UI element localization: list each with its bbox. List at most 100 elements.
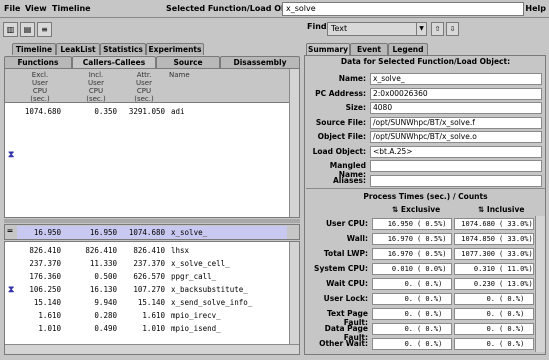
metric-exclusive: 0. ( 0.%) xyxy=(372,338,452,350)
summary-field-value[interactable]: /opt/SUNWhpc/BT/x_solve.o xyxy=(370,131,542,143)
callee-row[interactable]: 176.360 0.500 626.570 ppgr_call_ xyxy=(5,270,289,283)
callee-name: mpio_isend_ xyxy=(171,324,221,333)
caller-marker-icon: ⧗ xyxy=(8,150,15,160)
tab-timeline[interactable]: Timeline xyxy=(12,43,56,55)
callee-name: x_backsubstitute_ xyxy=(171,285,248,294)
tab-summary[interactable]: Summary xyxy=(306,43,350,55)
callee-excl: 15.140 xyxy=(33,298,61,307)
metric-inclusive-percent: ( 33.0%) xyxy=(499,250,533,258)
metrics-vertical-scrollbar[interactable] xyxy=(535,216,545,352)
metric-exclusive-percent: ( 0.%) xyxy=(417,310,443,318)
header-line: Incl. xyxy=(88,71,104,79)
column-header-name[interactable]: Name xyxy=(169,71,199,79)
summary-field-value[interactable] xyxy=(370,160,542,172)
column-header-incl[interactable]: Incl. User CPU (sec.) xyxy=(75,71,117,103)
tab-callers-callees[interactable]: Callers-Callees xyxy=(72,56,156,68)
table-icon[interactable]: ▤ xyxy=(20,22,35,37)
caller-row[interactable]: 1074.680 0.350 3291.050 adi xyxy=(5,105,289,118)
column-header-excl[interactable]: Excl. User CPU (sec.) xyxy=(19,71,61,103)
header-line: Name xyxy=(169,71,190,79)
tab-event[interactable]: Event xyxy=(350,43,388,55)
summary-field-value[interactable]: /opt/SUNWhpc/BT/x_solve.f xyxy=(370,116,542,129)
selected-object-field[interactable]: x_solve xyxy=(282,2,524,16)
inclusive-header[interactable]: ⇅ Inclusive xyxy=(478,205,524,214)
find-down-icon[interactable]: ⇩ xyxy=(446,22,459,36)
metric-exclusive-percent: ( 0.0%) xyxy=(417,265,447,273)
callee-incl: 0.490 xyxy=(94,324,117,333)
callee-name: x_solve_cell_ xyxy=(171,259,230,268)
metric-inclusive-percent: ( 11.0%) xyxy=(499,265,533,273)
tab-source[interactable]: Source xyxy=(156,56,220,68)
callees-vertical-scrollbar[interactable] xyxy=(289,242,299,344)
bar-chart-icon[interactable]: ▥ xyxy=(3,22,18,37)
selected-incl: 16.950 xyxy=(89,228,117,237)
summary-field-value[interactable]: 2:0x00026360 xyxy=(370,87,542,100)
metric-exclusive: 0. ( 0.%) xyxy=(372,323,452,335)
metric-exclusive: 16.950 ( 0.5%) xyxy=(372,218,452,230)
callers-vertical-scrollbar[interactable] xyxy=(289,69,299,217)
filter-icon[interactable]: ≡ xyxy=(37,22,52,37)
summary-field-value[interactable]: 4080 xyxy=(370,102,542,114)
callee-row[interactable]: 106.250 16.130 107.270 x_backsubstitute_ xyxy=(5,283,289,296)
summary-field-value[interactable] xyxy=(370,174,542,187)
summary-field-value[interactable]: <bt.A.25> xyxy=(370,145,542,158)
metric-exclusive: 16.970 ( 0.5%) xyxy=(372,233,452,245)
inclusive-label: Inclusive xyxy=(486,205,525,214)
callee-incl: 16.130 xyxy=(89,285,117,294)
header-line: User xyxy=(32,79,48,87)
tab-functions[interactable]: Functions xyxy=(4,56,72,68)
divider xyxy=(306,188,545,189)
tab-disassembly[interactable]: Disassembly xyxy=(220,56,300,68)
callee-row[interactable]: 1.010 0.490 1.010 mpio_isend_ xyxy=(5,322,289,335)
metric-inclusive: 1077.300 ( 33.0%) xyxy=(454,248,534,260)
metric-inclusive-percent: ( 0.%) xyxy=(499,340,525,348)
tab-experiments[interactable]: Experiments xyxy=(146,43,204,55)
tab-statistics[interactable]: Statistics xyxy=(100,43,146,55)
sort-icon: ⇅ xyxy=(392,205,399,214)
metric-inclusive-value: 0. xyxy=(486,310,495,318)
metric-label: User Lock: xyxy=(323,294,368,303)
callee-marker-icon: ⧗ xyxy=(8,285,15,295)
tab-legend[interactable]: Legend xyxy=(388,43,428,55)
metric-exclusive-percent: ( 0.%) xyxy=(417,295,443,303)
menu-view[interactable]: View xyxy=(25,4,47,13)
callee-row[interactable]: 826.410 826.410 826.410 lhsx xyxy=(5,244,289,257)
menu-timeline[interactable]: Timeline xyxy=(52,4,91,13)
metric-inclusive-percent: ( 0.%) xyxy=(499,325,525,333)
menu-file[interactable]: File xyxy=(4,4,20,13)
callee-row[interactable]: 1.610 0.280 1.610 mpio_irecv_ xyxy=(5,309,289,322)
callee-row[interactable]: 15.140 9.940 15.140 x_send_solve_info_ xyxy=(5,296,289,309)
callee-excl: 176.360 xyxy=(29,272,61,281)
caller-name: adi xyxy=(171,107,185,116)
metric-inclusive-percent: ( 33.0%) xyxy=(499,220,533,228)
header-line: Excl. xyxy=(31,71,49,79)
selected-function-row[interactable]: 16.950 16.950 1074.680 x_solve_ xyxy=(17,226,287,239)
selected-name: x_solve_ xyxy=(171,228,208,237)
chevron-down-icon[interactable]: ▼ xyxy=(416,23,426,35)
callees-horizontal-scrollbar[interactable] xyxy=(5,344,299,354)
metric-inclusive: 0. ( 0.%) xyxy=(454,308,534,320)
metric-exclusive-value: 16.970 xyxy=(387,250,413,258)
metric-exclusive-percent: ( 0.5%) xyxy=(417,250,447,258)
toolbar: ▥ ▤ ≡ xyxy=(0,19,303,39)
metric-inclusive: 0. ( 0.%) xyxy=(454,293,534,305)
header-line: (sec.) xyxy=(86,95,106,103)
menu-help[interactable]: Help xyxy=(525,4,546,13)
summary-field-label: Source File: xyxy=(315,117,366,127)
metric-label: User CPU: xyxy=(325,219,368,228)
find-mode-select[interactable]: Text ▼ xyxy=(327,22,427,36)
tab-leaklist[interactable]: LeakList xyxy=(56,43,100,55)
metric-exclusive: 0. ( 0.%) xyxy=(372,308,452,320)
metric-inclusive-value: 1077.300 xyxy=(461,250,495,258)
selected-function-panel: = 16.950 16.950 1074.680 x_solve_ xyxy=(4,224,300,240)
find-up-icon[interactable]: ⇧ xyxy=(431,22,444,36)
summary-field-value[interactable]: x_solve_ xyxy=(370,73,542,85)
exclusive-header[interactable]: ⇅ Exclusive xyxy=(392,205,440,214)
callee-row[interactable]: 237.370 11.330 237.370 x_solve_cell_ xyxy=(5,257,289,270)
metric-label: Other Wait: xyxy=(319,339,368,348)
panel-splitter[interactable] xyxy=(4,219,300,223)
column-header-attr[interactable]: Attr. User CPU (sec.) xyxy=(123,71,165,103)
callee-incl: 9.940 xyxy=(94,298,117,307)
callees-panel: 826.410 826.410 826.410 lhsx 237.370 11.330 23… xyxy=(4,241,300,355)
column-headers: Excl. User CPU (sec.) Incl. User CPU (se… xyxy=(5,69,289,103)
